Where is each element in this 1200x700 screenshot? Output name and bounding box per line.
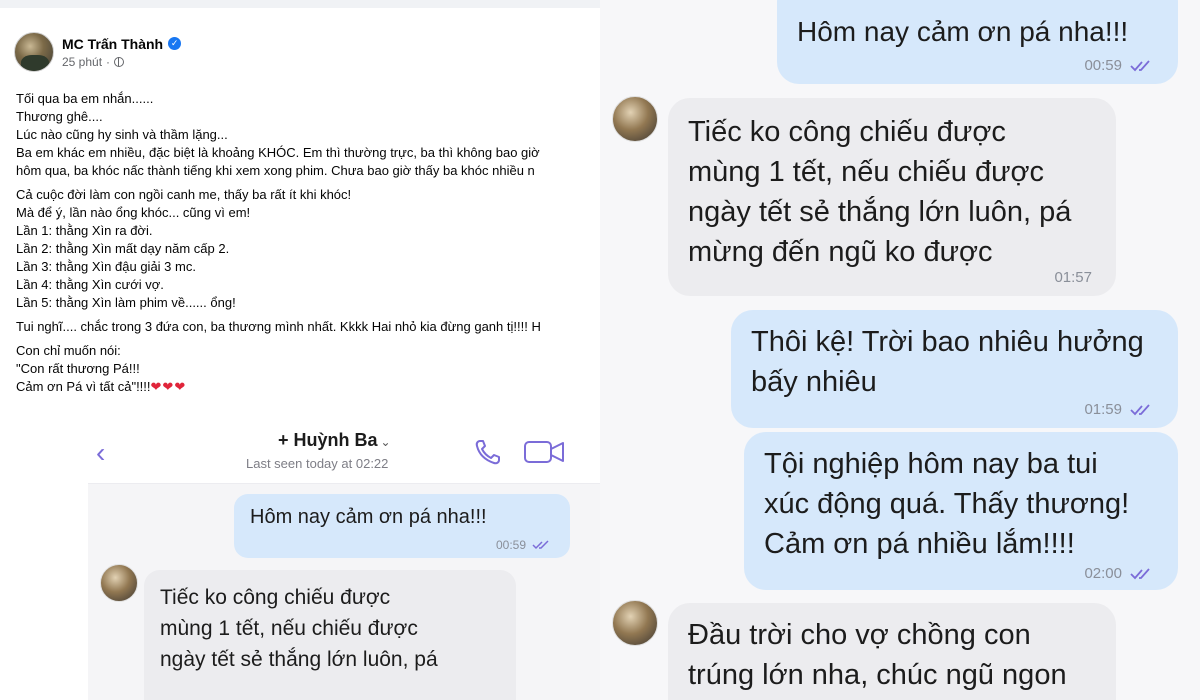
post-line: Lần 3: thằng Xìn đậu giải 3 mc. bbox=[16, 259, 196, 274]
message-time: 00:59 bbox=[495, 538, 526, 552]
message-meta: 01:57 bbox=[1054, 269, 1092, 286]
verified-badge-icon: ✓ bbox=[168, 37, 182, 50]
message-time: 02:00 bbox=[1084, 565, 1122, 582]
post-line: Tối qua ba em nhắn...... bbox=[16, 91, 154, 106]
heart-icons: ❤❤❤ bbox=[150, 379, 187, 394]
incoming-message[interactable]: Tiếc ko công chiếu được mùng 1 tết, nếu … bbox=[668, 98, 1116, 296]
chat-zoom-panel: Hôm nay cảm ơn pá nha!!! 00:59 Tiếc ko c… bbox=[600, 0, 1200, 700]
chevron-down-icon: ⌄ bbox=[380, 435, 391, 449]
double-check-icon bbox=[1130, 567, 1150, 579]
author-name[interactable]: MC Trấn Thành bbox=[62, 36, 163, 52]
post-line: Con chỉ muốn nói: bbox=[16, 343, 121, 358]
message-text: Tiếc ko công chiếu được mùng 1 tết, nếu … bbox=[688, 112, 1071, 272]
post-line: Mà để ý, lần nào ổng khóc... cũng vì em! bbox=[16, 205, 251, 220]
video-camera-icon[interactable] bbox=[523, 438, 567, 466]
post-line: Lần 1: thằng Xìn ra đời. bbox=[16, 223, 153, 238]
contact-name-text: + Huỳnh Ba bbox=[278, 430, 378, 450]
outgoing-message[interactable]: Thôi kệ! Trời bao nhiêu hưởng bấy nhiêu … bbox=[731, 310, 1178, 428]
message-line: ngày tết sẻ thắng lớn luôn, pá bbox=[688, 196, 1072, 228]
post-line: Cả cuộc đời làm con ngồi canh me, thấy b… bbox=[16, 187, 352, 202]
time-separator: · bbox=[106, 54, 111, 69]
post-text: Tối qua ba em nhắn...... Thương ghê.... … bbox=[16, 90, 600, 402]
post-time[interactable]: 25 phút bbox=[62, 55, 102, 69]
post-meta: MC Trấn Thành ✓ 25 phút · bbox=[62, 36, 182, 69]
viber-chat-screenshot: ‹ + Huỳnh Ba ⌄ Last seen today at 02:22 H… bbox=[88, 418, 600, 700]
outgoing-message[interactable]: Hôm nay cảm ơn pá nha!!! 00:59 bbox=[234, 494, 570, 558]
post-paragraph-3: Tui nghĩ.... chắc trong 3 đứa con, ba th… bbox=[16, 318, 600, 336]
message-line: Tiếc ko công chiếu được bbox=[160, 586, 391, 609]
globe-icon bbox=[114, 56, 125, 67]
post-line: "Con rất thương Pá!!! bbox=[16, 361, 140, 376]
message-line: Tội nghiệp hôm nay ba tui bbox=[764, 448, 1098, 480]
post-line: Ba em khác em nhiều, đặc biệt là khoảng … bbox=[16, 145, 540, 160]
double-check-icon bbox=[1130, 59, 1150, 71]
outgoing-message[interactable]: Hôm nay cảm ơn pá nha!!! 00:59 bbox=[777, 0, 1178, 84]
message-line: trúng lớn nha, chúc ngũ ngon bbox=[688, 659, 1067, 691]
post-header: MC Trấn Thành ✓ 25 phút · bbox=[14, 32, 182, 72]
message-line: mừng đến ngũ ko được bbox=[688, 236, 993, 268]
message-text: Đầu trời cho vợ chồng con trúng lớn nha,… bbox=[688, 615, 1067, 695]
back-chevron-icon[interactable]: ‹ bbox=[96, 439, 118, 467]
post-paragraph-1: Tối qua ba em nhắn...... Thương ghê.... … bbox=[16, 90, 600, 180]
double-check-icon bbox=[1130, 403, 1150, 415]
message-meta: 02:00 bbox=[1084, 565, 1154, 582]
contact-name[interactable]: + Huỳnh Ba ⌄ bbox=[278, 430, 391, 451]
message-line: ngày tết sẻ thắng lớn luôn, pá bbox=[160, 648, 438, 671]
outgoing-message[interactable]: Tội nghiệp hôm nay ba tui xúc động quá. … bbox=[744, 432, 1178, 590]
post-line: Tui nghĩ.... chắc trong 3 đứa con, ba th… bbox=[16, 319, 541, 334]
sender-avatar[interactable] bbox=[612, 600, 658, 646]
post-line-with-hearts: Cảm ơn Pá vì tất cả"!!!!❤❤❤ bbox=[16, 378, 600, 396]
double-check-icon bbox=[532, 540, 549, 550]
post-line: Lần 4: thằng Xìn cưới vợ. bbox=[16, 277, 164, 292]
message-text: Tội nghiệp hôm nay ba tui xúc động quá. … bbox=[764, 444, 1129, 564]
message-text: Hôm nay cảm ơn pá nha!!! bbox=[797, 16, 1129, 47]
sender-avatar[interactable] bbox=[612, 96, 658, 142]
message-line: mùng 1 tết, nếu chiếu được bbox=[688, 156, 1045, 188]
message-line: bấy nhiêu bbox=[751, 366, 877, 398]
post-line: Lần 5: thằng Xìn làm phim về...... ổng! bbox=[16, 295, 236, 310]
chat-header: ‹ + Huỳnh Ba ⌄ Last seen today at 02:22 bbox=[88, 418, 600, 484]
message-line: Tiếc ko công chiếu được bbox=[688, 116, 1006, 148]
chat-body: Hôm nay cảm ơn pá nha!!! 00:59 Tiếc ko c… bbox=[88, 484, 600, 700]
message-text: Tiếc ko công chiếu được mùng 1 tết, nếu … bbox=[160, 582, 438, 675]
post-line: Cảm ơn Pá vì tất cả"!!!! bbox=[16, 379, 151, 394]
post-paragraph-2: Cả cuộc đời làm con ngồi canh me, thấy b… bbox=[16, 186, 600, 312]
message-meta: 00:59 bbox=[1084, 57, 1154, 74]
message-text: Hôm nay cảm ơn pá nha!!! bbox=[250, 506, 487, 528]
message-meta: 01:59 bbox=[1084, 401, 1154, 418]
message-line: Thôi kệ! Trời bao nhiêu hưởng bbox=[751, 326, 1144, 358]
message-line: Đầu trời cho vợ chồng con bbox=[688, 619, 1031, 651]
post-paragraph-4: Con chỉ muốn nói: "Con rất thương Pá!!! … bbox=[16, 342, 600, 396]
post-line: hôm qua, ba khóc nấc thành tiếng khi xem… bbox=[16, 163, 535, 178]
message-line: mùng 1 tết, nếu chiếu được bbox=[160, 617, 418, 640]
time-row: 25 phút · bbox=[62, 55, 181, 69]
author-row: MC Trấn Thành ✓ bbox=[62, 36, 182, 52]
sender-avatar[interactable] bbox=[100, 564, 138, 602]
post-line: Thương ghê.... bbox=[16, 109, 103, 124]
incoming-message[interactable]: Đầu trời cho vợ chồng con trúng lớn nha,… bbox=[668, 603, 1116, 700]
facebook-post: MC Trấn Thành ✓ 25 phút · Tối qua ba em … bbox=[0, 0, 600, 420]
last-seen-status: Last seen today at 02:22 bbox=[246, 456, 389, 471]
post-line: Lần 2: thằng Xìn mất dạy năm cấp 2. bbox=[16, 241, 230, 256]
message-line: Cảm ơn pá nhiều lắm!!!! bbox=[764, 528, 1075, 560]
post-line: Lúc nào cũng hy sinh và thầm lặng... bbox=[16, 127, 228, 142]
message-time: 01:57 bbox=[1054, 269, 1092, 286]
message-time: 01:59 bbox=[1084, 401, 1122, 418]
message-meta: 00:59 bbox=[496, 538, 552, 552]
message-text: Thôi kệ! Trời bao nhiêu hưởng bấy nhiêu bbox=[751, 322, 1144, 402]
incoming-message[interactable]: Tiếc ko công chiếu được mùng 1 tết, nếu … bbox=[144, 570, 516, 700]
phone-icon[interactable] bbox=[473, 438, 503, 466]
message-line: xúc động quá. Thấy thương! bbox=[764, 488, 1130, 520]
message-time: 00:59 bbox=[1084, 57, 1122, 74]
author-avatar[interactable] bbox=[14, 32, 54, 72]
